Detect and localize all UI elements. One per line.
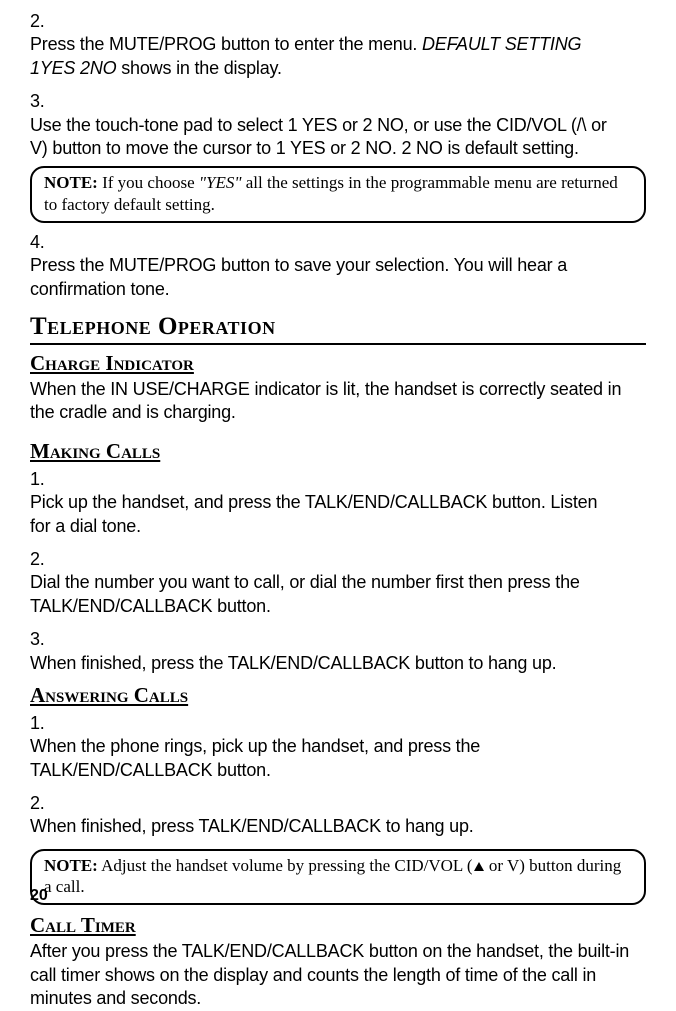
note-box: NOTE: If you choose "YES" all the settin…	[30, 166, 646, 223]
item-body: When the phone rings, pick up the handse…	[30, 735, 620, 782]
subsection-title: Making Calls	[30, 439, 646, 464]
item-number: 2.	[30, 548, 52, 571]
step-number: 2.	[30, 10, 52, 33]
note-quote: "YES"	[199, 173, 242, 192]
note-label: NOTE:	[44, 856, 98, 875]
item-body: Dial the number you want to call, or dia…	[30, 571, 620, 618]
paragraph: After you press the TALK/END/CALLBACK bu…	[30, 940, 646, 1010]
paragraph: When the IN USE/CHARGE indicator is lit,…	[30, 378, 646, 425]
list-item: 2. Dial the number you want to call, or …	[30, 548, 646, 618]
step-body: Press the MUTE/PROG button to enter the …	[30, 33, 620, 80]
item-body: When finished, press the TALK/END/CALLBA…	[30, 652, 620, 675]
section-title: Telephone Operation	[30, 313, 646, 345]
item-number: 1.	[30, 468, 52, 491]
manual-page: 2. Press the MUTE/PROG button to enter t…	[0, 0, 676, 933]
item-number: 2.	[30, 792, 52, 815]
item-body: When finished, press TALK/END/CALLBACK t…	[30, 815, 620, 838]
note-text: If you choose	[98, 173, 199, 192]
page-number: 20	[30, 887, 48, 905]
list-item: 3. When finished, press the TALK/END/CAL…	[30, 628, 646, 675]
list-item: 2. When finished, press TALK/END/CALLBAC…	[30, 792, 646, 839]
subsection-title: Call Timer	[30, 913, 646, 938]
text: shows in the display.	[116, 58, 281, 78]
caret-up-icon	[474, 862, 484, 871]
subsection-title: Answering Calls	[30, 683, 646, 708]
step-body: Use the touch-tone pad to select 1 YES o…	[30, 114, 620, 161]
list-item: 1. When the phone rings, pick up the han…	[30, 712, 646, 782]
step-number: 3.	[30, 90, 52, 113]
step-2: 2. Press the MUTE/PROG button to enter t…	[30, 10, 646, 80]
step-body: Press the MUTE/PROG button to save your …	[30, 254, 620, 301]
step-4: 4. Press the MUTE/PROG button to save yo…	[30, 231, 646, 301]
item-number: 3.	[30, 628, 52, 651]
note-label: NOTE:	[44, 173, 98, 192]
subsection-title: Charge Indicator	[30, 351, 646, 376]
note-box: NOTE: Adjust the handset volume by press…	[30, 849, 646, 906]
step-3: 3. Use the touch-tone pad to select 1 YE…	[30, 90, 646, 160]
text: Press the MUTE/PROG button to enter the …	[30, 34, 422, 54]
note-text: Adjust the handset volume by pressing th…	[98, 856, 473, 875]
item-body: Pick up the handset, and press the TALK/…	[30, 491, 620, 538]
item-number: 1.	[30, 712, 52, 735]
list-item: 1. Pick up the handset, and press the TA…	[30, 468, 646, 538]
step-number: 4.	[30, 231, 52, 254]
